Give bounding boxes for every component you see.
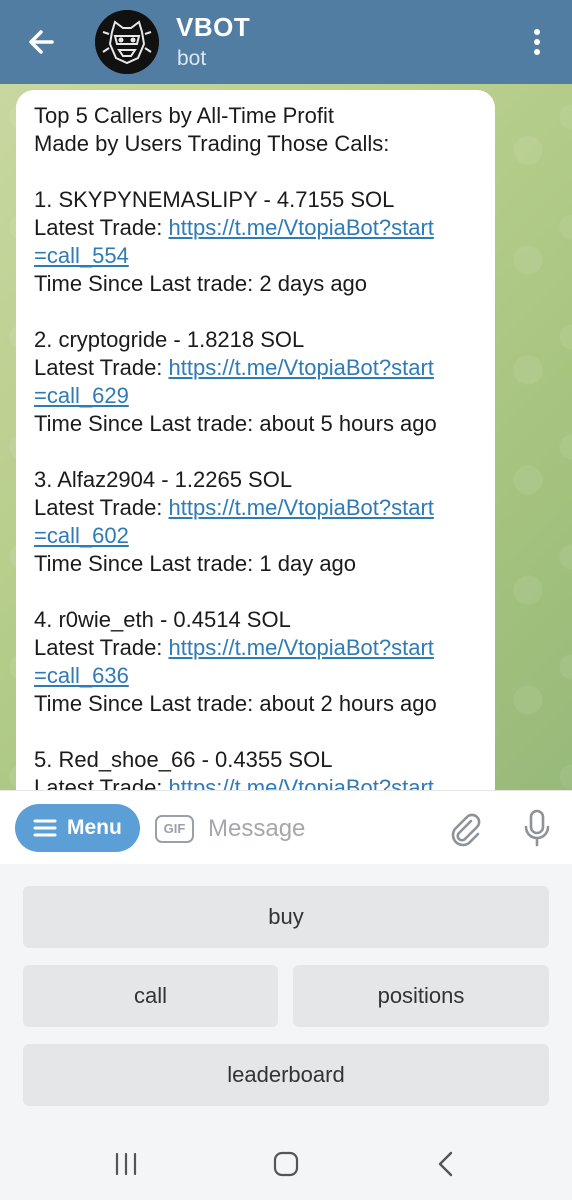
- entry-rank: 5. Red_shoe_66 - 0.4355 SOL: [34, 747, 333, 772]
- leaderboard-entry: 3. Alfaz2904 - 1.2265 SOL Latest Trade: …: [34, 466, 481, 578]
- keyboard-call-button[interactable]: call: [23, 965, 278, 1027]
- menu-button-label: Menu: [67, 816, 122, 839]
- more-vert-icon[interactable]: [522, 22, 552, 62]
- entry-trade-line: Latest Trade: https://t.me/VtopiaBot?sta…: [34, 774, 481, 790]
- menu-button[interactable]: Menu: [15, 804, 140, 852]
- home-icon[interactable]: [270, 1148, 302, 1180]
- gif-icon[interactable]: GIF: [155, 815, 194, 843]
- trade-link[interactable]: =call_636: [34, 663, 129, 688]
- leaderboard-entry: 5. Red_shoe_66 - 0.4355 SOL Latest Trade…: [34, 746, 481, 790]
- trade-link[interactable]: https://t.me/VtopiaBot?start: [169, 495, 434, 520]
- mic-icon[interactable]: [521, 808, 553, 848]
- entry-time: Time Since Last trade: 1 day ago: [34, 551, 357, 576]
- chat-subtitle: bot: [177, 47, 207, 70]
- message-heading-line: Made by Users Trading Those Calls:: [34, 131, 390, 156]
- leaderboard-entry: 1. SKYPYNEMASLIPY - 4.7155 SOL Latest Tr…: [34, 186, 481, 298]
- keyboard-buy-button[interactable]: buy: [23, 886, 549, 948]
- keyboard-leaderboard-button[interactable]: leaderboard: [23, 1044, 549, 1106]
- chat-header: VBOT bot: [0, 0, 572, 84]
- leaderboard-entry: 2. cryptogride - 1.8218 SOL Latest Trade…: [34, 326, 481, 438]
- keyboard-positions-button[interactable]: positions: [293, 965, 549, 1027]
- attach-icon[interactable]: [447, 811, 483, 847]
- message-input-bar: Menu GIF: [0, 790, 572, 864]
- message-heading-line: Top 5 Callers by All-Time Profit: [34, 103, 334, 128]
- trade-link[interactable]: https://t.me/VtopiaBot?start: [169, 775, 434, 790]
- menu-icon: [33, 819, 57, 837]
- entry-rank: 4. r0wie_eth - 0.4514 SOL: [34, 607, 291, 632]
- entry-trade-line: Latest Trade: https://t.me/VtopiaBot?sta…: [34, 635, 434, 660]
- bot-avatar[interactable]: [95, 10, 159, 74]
- bot-keyboard: buy call positions leaderboard: [0, 864, 572, 1126]
- entry-trade-line: Latest Trade: https://t.me/VtopiaBot?sta…: [34, 355, 434, 380]
- entry-time: Time Since Last trade: about 2 hours ago: [34, 691, 437, 716]
- back-nav-icon[interactable]: [430, 1148, 462, 1180]
- entry-link-continued: =call_629: [34, 382, 481, 410]
- trade-link[interactable]: =call_554: [34, 243, 129, 268]
- message-input[interactable]: [208, 811, 428, 847]
- entry-trade-line: Latest Trade: https://t.me/VtopiaBot?sta…: [34, 495, 434, 520]
- entry-trade-line: Latest Trade: https://t.me/VtopiaBot?sta…: [34, 215, 434, 240]
- chat-area[interactable]: Top 5 Callers by All-Time Profit Made by…: [0, 84, 572, 790]
- trade-link[interactable]: https://t.me/VtopiaBot?start: [169, 215, 434, 240]
- entry-time: Time Since Last trade: about 5 hours ago: [34, 411, 437, 436]
- leaderboard-entry: 4. r0wie_eth - 0.4514 SOL Latest Trade: …: [34, 606, 481, 718]
- entry-rank: 1. SKYPYNEMASLIPY - 4.7155 SOL: [34, 187, 395, 212]
- message-bubble: Top 5 Callers by All-Time Profit Made by…: [16, 90, 495, 790]
- back-arrow-icon[interactable]: [22, 22, 62, 62]
- recent-apps-icon[interactable]: [110, 1148, 142, 1180]
- trade-link[interactable]: =call_602: [34, 523, 129, 548]
- chat-title: VBOT: [176, 12, 251, 42]
- system-navigation-bar: [0, 1126, 572, 1200]
- entry-link-continued: =call_636: [34, 662, 481, 690]
- entry-link-continued: =call_554: [34, 242, 481, 270]
- entry-rank: 3. Alfaz2904 - 1.2265 SOL: [34, 467, 293, 492]
- entry-rank: 2. cryptogride - 1.8218 SOL: [34, 327, 305, 352]
- trade-link[interactable]: =call_629: [34, 383, 129, 408]
- trade-link[interactable]: https://t.me/VtopiaBot?start: [169, 355, 434, 380]
- entry-link-continued: =call_602: [34, 522, 481, 550]
- trade-link[interactable]: https://t.me/VtopiaBot?start: [169, 635, 434, 660]
- entry-time: Time Since Last trade: 2 days ago: [34, 271, 368, 296]
